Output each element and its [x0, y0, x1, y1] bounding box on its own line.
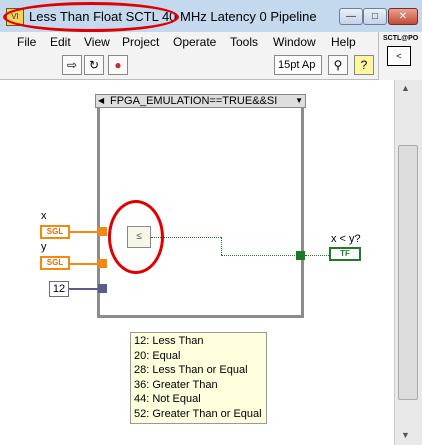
tunnel-const[interactable]	[98, 284, 107, 293]
dropdown-arrow-icon[interactable]: ▼	[295, 95, 303, 107]
boolean-indicator[interactable]: TF	[329, 247, 361, 261]
magnifier-icon: ⚲	[333, 58, 343, 72]
decrement-icon[interactable]: ◀	[98, 95, 104, 107]
x-label: x	[41, 210, 47, 222]
arrow-icon: ⇨	[66, 58, 78, 72]
note-line: 20: Equal	[134, 349, 181, 362]
numeric-constant[interactable]: 12	[49, 281, 69, 297]
tunnel-result[interactable]	[296, 251, 305, 260]
menu-project[interactable]: Project	[122, 35, 159, 49]
zoom-button[interactable]: ⚲	[328, 55, 348, 75]
indicator-label: x < y?	[331, 233, 361, 245]
minimize-icon: —	[346, 11, 356, 22]
menu-operate[interactable]: Operate	[173, 35, 216, 49]
help-icon: ?	[360, 58, 368, 72]
note-line: 52: Greater Than or Equal	[134, 407, 262, 420]
title-bar: VI Less Than Float SCTL 40 MHz Latency 0…	[0, 0, 422, 33]
vi-connector-icon: <	[387, 46, 411, 66]
note-line: 36: Greater Than	[134, 378, 218, 391]
connector-pane[interactable]: SCTL@PO <	[378, 32, 422, 80]
abort-button[interactable]: ●	[108, 55, 128, 75]
stop-icon: ●	[114, 58, 122, 72]
structure-selector[interactable]: ◀ FPGA_EMULATION==TRUE&&SI ▼	[95, 94, 306, 108]
tunnel-y[interactable]	[98, 259, 107, 268]
vertical-scrollbar[interactable]: ▲ ▼	[394, 80, 422, 445]
close-button[interactable]: ✕	[388, 8, 418, 25]
continuous-run-button[interactable]: ↻	[84, 55, 104, 75]
menu-file[interactable]: File	[17, 35, 36, 49]
note-line: 44: Not Equal	[134, 393, 201, 406]
menu-bar: File Edit View Project Operate Tools Win…	[0, 32, 378, 52]
structure-label: FPGA_EMULATION==TRUE&&SI	[110, 95, 278, 107]
connector-label: SCTL@PO	[383, 35, 419, 42]
y-terminal[interactable]: SGL	[40, 256, 70, 270]
close-icon: ✕	[398, 11, 408, 22]
run-button[interactable]: ⇨	[62, 55, 82, 75]
wire-result-out	[305, 255, 329, 256]
menu-window[interactable]: Window	[273, 35, 316, 49]
minimize-button[interactable]: —	[339, 8, 363, 25]
scroll-thumb[interactable]	[398, 145, 418, 400]
wire-y	[70, 263, 98, 265]
menu-view[interactable]: View	[84, 35, 110, 49]
toolbar: ⇨ ↻ ● 15pt Ap ⚲ ?	[0, 52, 378, 80]
menu-tools[interactable]: Tools	[230, 35, 258, 49]
wire-result-3	[221, 255, 297, 256]
wire-result-2	[221, 237, 222, 255]
note-line: 28: Less Than or Equal	[134, 364, 248, 377]
wire-const	[69, 288, 98, 290]
y-label: y	[41, 241, 47, 253]
context-help-button[interactable]: ?	[354, 55, 374, 75]
wire-x	[70, 231, 98, 233]
compare-highlight-ellipse	[108, 200, 164, 274]
maximize-button[interactable]: □	[363, 8, 387, 25]
comparison-mode-note[interactable]: 12: Less Than 20: Equal 28: Less Than or…	[130, 332, 267, 424]
maximize-icon: □	[371, 11, 379, 22]
note-line: 12: Less Than	[134, 335, 204, 347]
scroll-down-icon[interactable]: ▼	[401, 430, 410, 440]
menu-help[interactable]: Help	[331, 35, 356, 49]
scroll-up-icon[interactable]: ▲	[401, 83, 410, 93]
font-dropdown[interactable]: 15pt Ap	[274, 55, 322, 75]
continuous-run-icon: ↻	[88, 58, 100, 72]
title-highlight-ellipse	[3, 2, 179, 32]
menu-edit[interactable]: Edit	[50, 35, 71, 49]
tunnel-x[interactable]	[98, 227, 107, 236]
x-terminal[interactable]: SGL	[40, 225, 70, 239]
